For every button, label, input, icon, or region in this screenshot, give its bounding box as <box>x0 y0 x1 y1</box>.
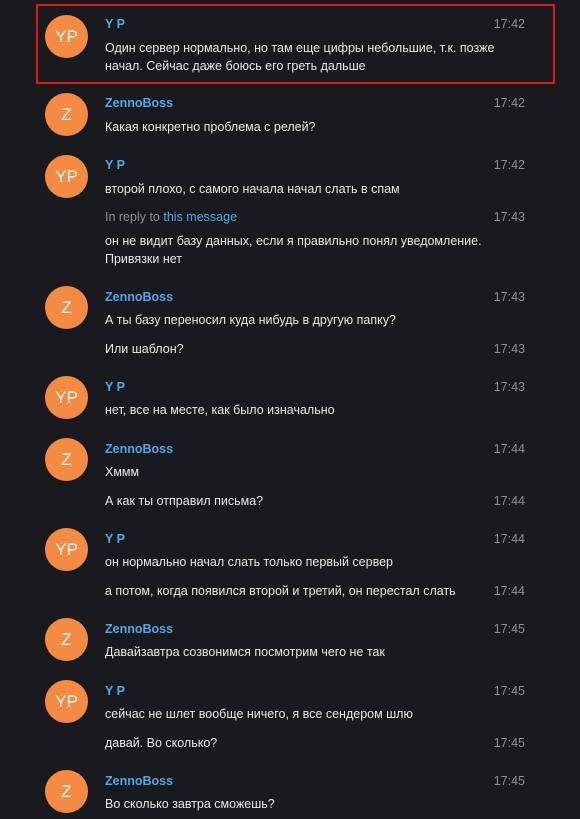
timestamp: 17:45 <box>493 774 525 788</box>
avatar[interactable]: YP <box>45 15 88 58</box>
message-text: Один сервер нормально, но там еще цифры … <box>105 41 495 73</box>
message-text: сейчас не шлет вообще ничего, я все сенд… <box>105 707 413 721</box>
timestamp: 17:43 <box>493 210 525 224</box>
avatar[interactable]: Z <box>45 618 88 661</box>
timestamp: 17:43 <box>493 380 525 394</box>
message-text: Давайзавтра созвонимся посмотрим чего не… <box>105 645 385 659</box>
author-name[interactable]: ZennoBoss <box>105 96 173 110</box>
timestamp: 17:44 <box>493 532 525 546</box>
message-text: Какая конкретно проблема с релей? <box>105 120 316 134</box>
message-text: он не видит базу данных, если я правильн… <box>105 234 482 266</box>
reply-indicator: In reply to this message <box>105 210 237 224</box>
avatar[interactable]: YP <box>45 376 88 419</box>
author-name[interactable]: ZennoBoss <box>105 774 173 788</box>
message-text: второй плохо, с самого начала начал слат… <box>105 182 400 196</box>
message-text: А ты базу переносил куда нибудь в другую… <box>105 313 396 327</box>
timestamp: 17:44 <box>493 442 525 456</box>
avatar[interactable]: Z <box>45 770 88 813</box>
chat-message-list: YP Y P 17:42 Один сервер нормально, но т… <box>0 0 580 819</box>
avatar[interactable]: Z <box>45 286 88 329</box>
timestamp: 17:42 <box>493 17 525 31</box>
author-name[interactable]: Y P <box>105 684 125 698</box>
author-name[interactable]: Y P <box>105 380 125 394</box>
avatar[interactable]: YP <box>45 528 88 571</box>
timestamp: 17:45 <box>493 684 525 698</box>
author-name[interactable]: Y P <box>105 532 125 546</box>
avatar[interactable]: YP <box>45 155 88 198</box>
timestamp: 17:42 <box>493 96 525 110</box>
author-name[interactable]: ZennoBoss <box>105 622 173 636</box>
author-name[interactable]: ZennoBoss <box>105 442 173 456</box>
message-text: Или шаблон? <box>105 342 184 356</box>
author-name[interactable]: Y P <box>105 17 125 31</box>
avatar[interactable]: Z <box>45 438 88 481</box>
message-text: Хммм <box>105 465 140 479</box>
message-text: А как ты отправил письма? <box>105 494 264 508</box>
message-text: а потом, когда появился второй и третий,… <box>105 584 456 598</box>
message-text: Во сколько завтра сможешь? <box>105 797 275 811</box>
timestamp: 17:43 <box>493 290 525 304</box>
timestamp: 17:42 <box>493 158 525 172</box>
avatar[interactable]: Z <box>45 93 88 136</box>
message-text: он нормально начал слать только первый с… <box>105 555 393 569</box>
reply-link[interactable]: this message <box>163 210 237 224</box>
message-text: нет, все на месте, как было изначально <box>105 403 335 417</box>
message-text: давай. Во сколько? <box>105 736 218 750</box>
author-name[interactable]: ZennoBoss <box>105 290 173 304</box>
avatar[interactable]: YP <box>45 680 88 723</box>
author-name[interactable]: Y P <box>105 158 125 172</box>
reply-prefix: In reply to <box>105 210 160 224</box>
timestamp: 17:45 <box>493 622 525 636</box>
